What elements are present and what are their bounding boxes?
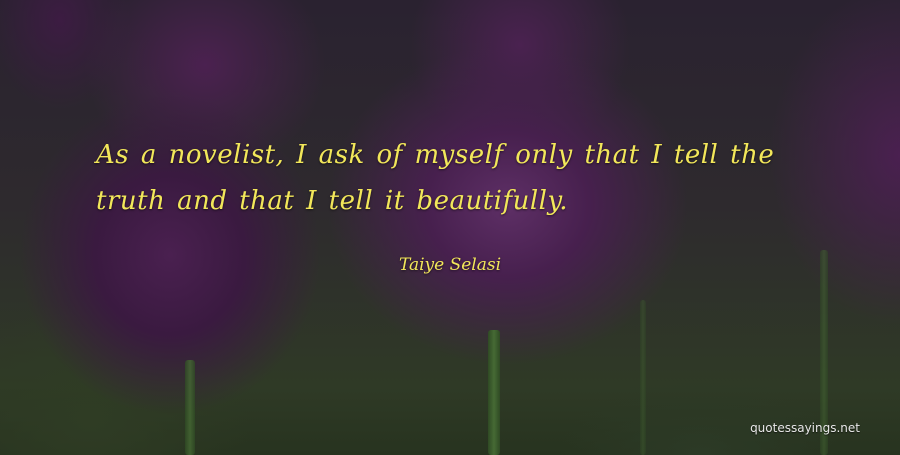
quote-text: As a novelist, I ask of myself only that…: [96, 140, 775, 216]
quote-image: As a novelist, I ask of myself only that…: [0, 0, 900, 455]
site-watermark: quotessayings.net: [750, 421, 860, 435]
quote-author: Taiye Selasi: [398, 255, 502, 275]
flower-stem: [640, 300, 646, 455]
flower-stem: [185, 360, 195, 455]
flower-stem: [488, 330, 500, 455]
